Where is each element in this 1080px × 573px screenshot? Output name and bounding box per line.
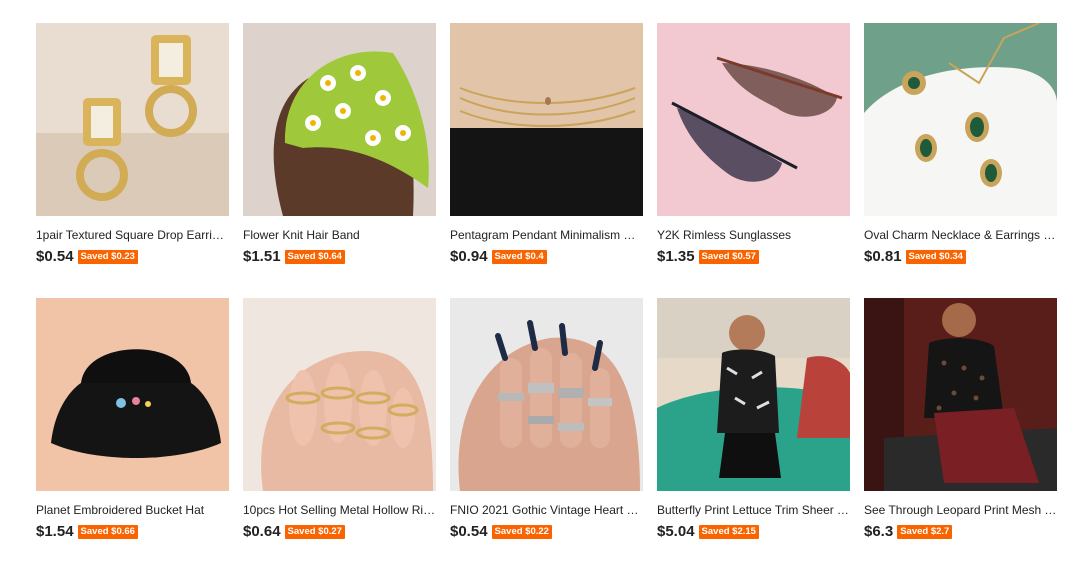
saved-badge: Saved $2.15 bbox=[698, 524, 759, 539]
price-row: $1.35 Saved $0.57 bbox=[657, 248, 850, 265]
saved-badge: Saved $0.57 bbox=[698, 249, 759, 264]
price-row: $0.94 Saved $0.4 bbox=[450, 248, 643, 265]
price-row: $1.51 Saved $0.64 bbox=[243, 248, 436, 265]
price-row: $6.3 Saved $2.7 bbox=[864, 523, 1057, 540]
price-row: $5.04 Saved $2.15 bbox=[657, 523, 850, 540]
product-title[interactable]: Y2K Rimless Sunglasses bbox=[657, 228, 850, 242]
product-card[interactable]: Butterfly Print Lettuce Trim Sheer Top $… bbox=[657, 298, 850, 573]
saved-badge: Saved $0.22 bbox=[491, 524, 552, 539]
saved-badge: Saved $2.7 bbox=[897, 524, 953, 539]
product-price: $0.94 bbox=[450, 248, 488, 265]
product-price: $0.54 bbox=[36, 248, 74, 265]
product-price: $6.3 bbox=[864, 523, 894, 540]
product-title[interactable]: FNIO 2021 Gothic Vintage Heart Snake Rin… bbox=[450, 503, 643, 517]
product-card[interactable]: 10pcs Hot Selling Metal Hollow Ring Set … bbox=[243, 298, 436, 573]
price-row: $0.81 Saved $0.34 bbox=[864, 248, 1057, 265]
product-title[interactable]: Flower Knit Hair Band bbox=[243, 228, 436, 242]
product-image[interactable] bbox=[657, 298, 850, 491]
product-grid: 1pair Textured Square Drop Earrings $0.5… bbox=[36, 23, 1057, 573]
product-image[interactable] bbox=[36, 298, 229, 491]
saved-badge: Saved $0.27 bbox=[284, 524, 345, 539]
product-card[interactable]: Flower Knit Hair Band $1.51 Saved $0.64 bbox=[243, 23, 436, 298]
saved-badge: Saved $0.4 bbox=[491, 249, 547, 264]
saved-badge: Saved $0.34 bbox=[905, 249, 966, 264]
product-price: $1.35 bbox=[657, 248, 695, 265]
product-image[interactable] bbox=[864, 298, 1057, 491]
product-image[interactable] bbox=[450, 298, 643, 491]
saved-badge: Saved $0.23 bbox=[77, 249, 138, 264]
product-card[interactable]: Planet Embroidered Bucket Hat $1.54 Save… bbox=[36, 298, 229, 573]
product-image[interactable] bbox=[657, 23, 850, 216]
product-image[interactable] bbox=[243, 23, 436, 216]
product-card[interactable]: Y2K Rimless Sunglasses $1.35 Saved $0.57 bbox=[657, 23, 850, 298]
product-title[interactable]: Planet Embroidered Bucket Hat bbox=[36, 503, 229, 517]
product-price: $0.54 bbox=[450, 523, 488, 540]
product-title[interactable]: Pentagram Pendant Minimalism Body Chain bbox=[450, 228, 643, 242]
product-price: $1.51 bbox=[243, 248, 281, 265]
saved-badge: Saved $0.66 bbox=[77, 524, 138, 539]
price-row: $0.54 Saved $0.22 bbox=[450, 523, 643, 540]
saved-badge: Saved $0.64 bbox=[284, 249, 345, 264]
product-card[interactable]: Pentagram Pendant Minimalism Body Chain … bbox=[450, 23, 643, 298]
product-title[interactable]: See Through Leopard Print Mesh Top bbox=[864, 503, 1057, 517]
product-card[interactable]: Oval Charm Necklace & Earrings & Ring Se… bbox=[864, 23, 1057, 298]
product-card[interactable]: See Through Leopard Print Mesh Top $6.3 … bbox=[864, 298, 1057, 573]
product-price: $1.54 bbox=[36, 523, 74, 540]
product-image[interactable] bbox=[243, 298, 436, 491]
product-price: $5.04 bbox=[657, 523, 695, 540]
price-row: $0.64 Saved $0.27 bbox=[243, 523, 436, 540]
product-title[interactable]: Oval Charm Necklace & Earrings & Ring Se… bbox=[864, 228, 1057, 242]
product-title[interactable]: 10pcs Hot Selling Metal Hollow Ring Set bbox=[243, 503, 436, 517]
price-row: $1.54 Saved $0.66 bbox=[36, 523, 229, 540]
product-image[interactable] bbox=[864, 23, 1057, 216]
product-card[interactable]: FNIO 2021 Gothic Vintage Heart Snake Rin… bbox=[450, 298, 643, 573]
product-image[interactable] bbox=[450, 23, 643, 216]
product-card[interactable]: 1pair Textured Square Drop Earrings $0.5… bbox=[36, 23, 229, 298]
product-title[interactable]: Butterfly Print Lettuce Trim Sheer Top bbox=[657, 503, 850, 517]
product-title[interactable]: 1pair Textured Square Drop Earrings bbox=[36, 228, 229, 242]
product-image[interactable] bbox=[36, 23, 229, 216]
product-price: $0.81 bbox=[864, 248, 902, 265]
price-row: $0.54 Saved $0.23 bbox=[36, 248, 229, 265]
product-price: $0.64 bbox=[243, 523, 281, 540]
